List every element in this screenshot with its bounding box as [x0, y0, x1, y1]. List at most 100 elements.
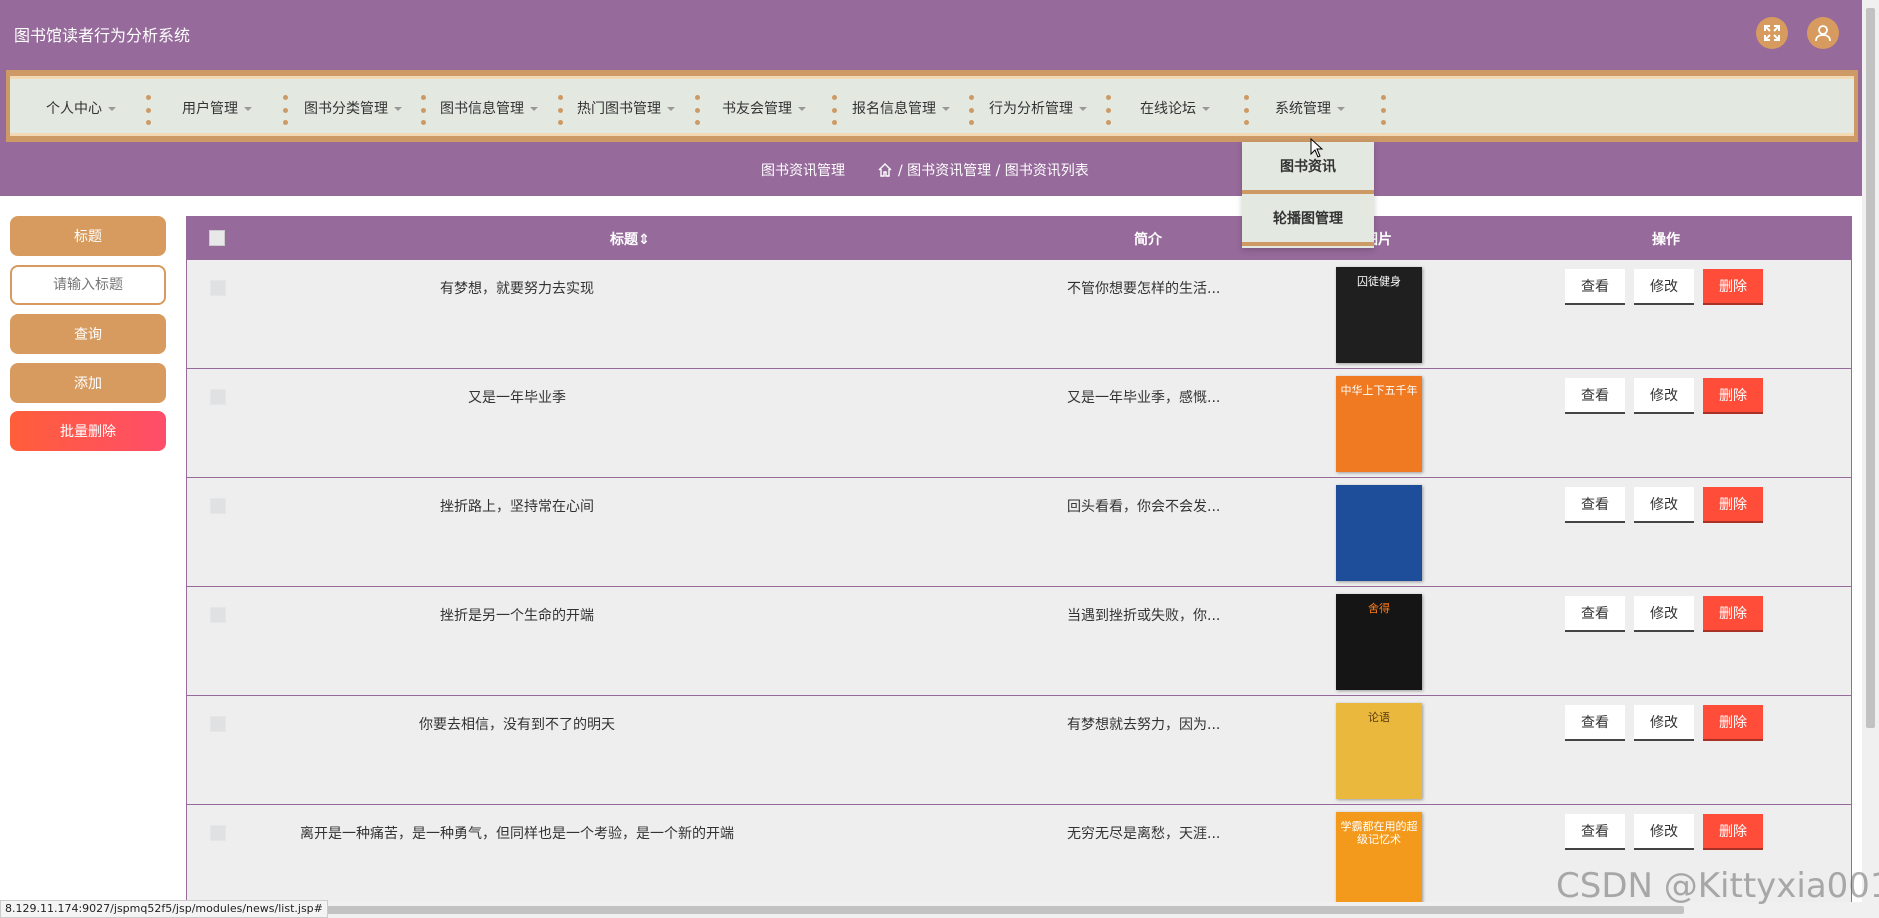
edit-button[interactable]: 修改: [1634, 487, 1694, 523]
home-icon[interactable]: [878, 163, 892, 177]
nav-item-label: 行为分析管理: [989, 101, 1073, 117]
book-cover-image: 中华上下五千年: [1329, 374, 1429, 473]
view-button[interactable]: 查看: [1565, 487, 1625, 523]
caret-down-icon: [942, 106, 950, 111]
row-checkbox[interactable]: [210, 280, 226, 296]
batch-delete-button[interactable]: 批量删除: [10, 411, 166, 451]
delete-button[interactable]: 删除: [1703, 487, 1763, 523]
caret-down-icon: [798, 106, 806, 111]
add-button[interactable]: 添加: [10, 363, 166, 403]
nav-inner: 个人中心 用户管理 图书分类管理 图书信息管理 热门图书管理 书友会管理 报名信息管理 行为分…: [10, 76, 1854, 136]
edit-button[interactable]: 修改: [1634, 596, 1694, 632]
dropdown-item-carousel[interactable]: 轮播图管理: [1242, 194, 1374, 246]
book-cover-image: 舍得: [1329, 592, 1429, 691]
book-cover-text: 中华上下五千年: [1340, 383, 1418, 397]
row-intro: 回头看看，你会不会发...: [1067, 499, 1221, 515]
row-checkbox[interactable]: [210, 825, 226, 841]
view-button[interactable]: 查看: [1565, 705, 1625, 741]
row-intro: 有梦想就去努力，因为...: [1067, 717, 1221, 733]
nav-separator: [1380, 95, 1386, 125]
nav-item-label: 热门图书管理: [577, 101, 661, 117]
book-cover: [1336, 484, 1422, 581]
edit-button[interactable]: 修改: [1634, 378, 1694, 414]
view-button[interactable]: 查看: [1565, 378, 1625, 414]
table-header: 标题⇕ 简介 图片 操作: [186, 216, 1852, 260]
page-title: 图书资讯管理: [761, 163, 845, 179]
nav-item-label: 在线论坛: [1140, 101, 1196, 117]
book-cover-image: 论语: [1329, 701, 1429, 800]
user-button[interactable]: [1807, 17, 1839, 49]
app-title: 图书馆读者行为分析系统: [14, 26, 191, 45]
nav-item-6[interactable]: 报名信息管理: [852, 98, 950, 118]
row-checkbox[interactable]: [210, 716, 226, 732]
sort-icon[interactable]: ⇕: [638, 232, 650, 248]
nav-item-5[interactable]: 书友会管理: [722, 98, 806, 118]
nav-item-label: 用户管理: [182, 101, 238, 117]
delete-button[interactable]: 删除: [1703, 814, 1763, 850]
book-cover-image: 囚徒健身: [1329, 265, 1429, 364]
nav-item-label: 系统管理: [1275, 101, 1331, 117]
book-cover-text: 舍得: [1368, 601, 1390, 615]
status-url: 8.129.11.174:9027/jspmq52f5/jsp/modules/…: [0, 900, 328, 918]
expand-icon: [1764, 25, 1780, 41]
nav-separator: [694, 95, 700, 125]
nav-item-label: 书友会管理: [722, 101, 792, 117]
view-button[interactable]: 查看: [1565, 814, 1625, 850]
nav-item-label: 图书分类管理: [304, 101, 388, 117]
view-button[interactable]: 查看: [1565, 596, 1625, 632]
caret-down-icon: [108, 106, 116, 111]
nav-separator: [557, 95, 563, 125]
row-checkbox[interactable]: [210, 498, 226, 514]
row-checkbox[interactable]: [210, 389, 226, 405]
nav-separator: [1105, 95, 1111, 125]
edit-button[interactable]: 修改: [1634, 705, 1694, 741]
nav-item-9[interactable]: 系统管理: [1275, 98, 1345, 118]
column-title-header[interactable]: 标题⇕: [610, 229, 650, 249]
edit-button[interactable]: 修改: [1634, 814, 1694, 850]
column-actions-header: 操作: [1652, 232, 1680, 248]
user-icon: [1815, 25, 1831, 42]
table-row: 挫折路上，坚持常在心间 回头看看，你会不会发... 查看 修改 删除: [186, 478, 1852, 587]
vertical-scroll-thumb[interactable]: [1866, 8, 1875, 728]
book-cover-text: 学霸都在用的超级记忆术: [1340, 819, 1418, 846]
nav-item-1[interactable]: 用户管理: [182, 98, 252, 118]
nav-separator: [282, 95, 288, 125]
edit-button[interactable]: 修改: [1634, 269, 1694, 305]
table-row: 又是一年毕业季 又是一年毕业季，感慨... 中华上下五千年 查看 修改 删除: [186, 369, 1852, 478]
nav-separator: [968, 95, 974, 125]
row-checkbox[interactable]: [210, 607, 226, 623]
caret-down-icon: [1079, 106, 1087, 111]
breadcrumb-path[interactable]: / 图书资讯管理 / 图书资讯列表: [898, 160, 1089, 180]
vertical-scrollbar[interactable]: [1862, 0, 1879, 918]
row-title: 又是一年毕业季: [468, 390, 566, 406]
caret-down-icon: [244, 106, 252, 111]
fullscreen-button[interactable]: [1756, 17, 1788, 49]
nav-item-2[interactable]: 图书分类管理: [304, 98, 402, 118]
nav-item-4[interactable]: 热门图书管理: [577, 98, 675, 118]
select-all-checkbox[interactable]: [209, 230, 225, 246]
title-label-button[interactable]: 标题: [10, 216, 166, 256]
nav-item-0[interactable]: 个人中心: [46, 98, 116, 118]
nav-item-label: 个人中心: [46, 101, 102, 117]
caret-down-icon: [530, 106, 538, 111]
row-title: 你要去相信，没有到不了的明天: [419, 717, 615, 733]
nav-item-8[interactable]: 在线论坛: [1140, 98, 1210, 118]
view-button[interactable]: 查看: [1565, 269, 1625, 305]
nav-item-3[interactable]: 图书信息管理: [440, 98, 538, 118]
delete-button[interactable]: 删除: [1703, 596, 1763, 632]
row-title: 有梦想，就要努力去实现: [440, 281, 594, 297]
delete-button[interactable]: 删除: [1703, 269, 1763, 305]
nav-item-7[interactable]: 行为分析管理: [989, 98, 1087, 118]
search-input[interactable]: [10, 265, 166, 305]
watermark: CSDN @Kittyxia001: [1556, 866, 1879, 906]
nav-separator: [145, 95, 151, 125]
book-cover: 舍得: [1336, 593, 1422, 690]
column-intro-header: 简介: [1134, 232, 1162, 248]
caret-down-icon: [394, 106, 402, 111]
book-cover: 论语: [1336, 702, 1422, 799]
delete-button[interactable]: 删除: [1703, 705, 1763, 741]
dropdown-item-book-news[interactable]: 图书资讯: [1242, 142, 1374, 194]
top-header: 图书馆读者行为分析系统: [0, 0, 1862, 66]
delete-button[interactable]: 删除: [1703, 378, 1763, 414]
query-button[interactable]: 查询: [10, 314, 166, 354]
